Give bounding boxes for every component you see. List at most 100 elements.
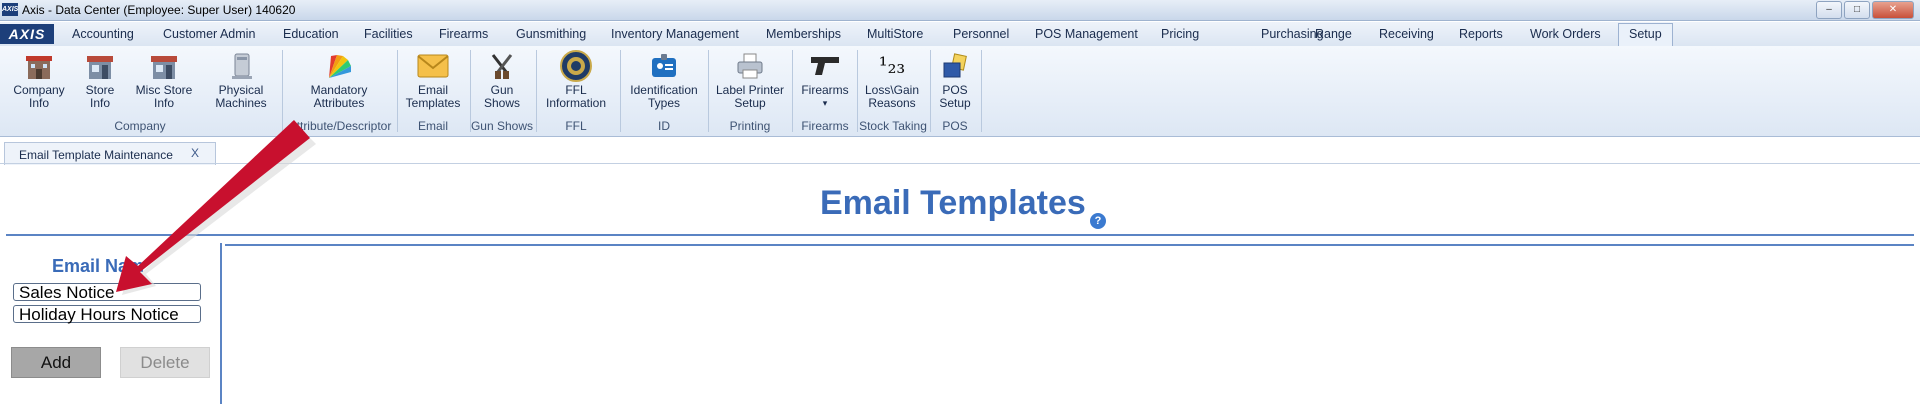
doc-tab-email-template-maintenance[interactable]: Email Template Maintenance X	[4, 142, 216, 165]
tab-work-orders[interactable]: Work Orders	[1530, 24, 1601, 44]
tab-facilities[interactable]: Facilities	[364, 24, 413, 44]
label-printer-setup-label-2: Setup	[734, 96, 766, 110]
tab-strip-divider	[0, 163, 1920, 164]
firearms-button[interactable]: Firearms ▾	[796, 50, 854, 110]
group-separator	[792, 50, 793, 132]
panel-splitter	[220, 243, 222, 404]
title-bar: AXIS Axis - Data Center (Employee: Super…	[0, 0, 1920, 21]
header-divider	[6, 234, 1914, 236]
tab-customer-admin[interactable]: Customer Admin	[163, 24, 255, 44]
tab-firearms[interactable]: Firearms	[439, 24, 488, 44]
list-item-holiday-hours-notice[interactable]: Holiday Hours Notice	[13, 305, 201, 324]
color-fan-icon	[323, 50, 355, 82]
group-separator	[620, 50, 621, 132]
pos-setup-button[interactable]: POS Setup	[934, 50, 976, 110]
help-icon[interactable]: ?	[1090, 213, 1106, 229]
group-printing-label: Printing	[729, 119, 771, 133]
group-separator	[981, 50, 982, 132]
group-gun-shows-label: Gun Shows	[470, 119, 534, 133]
window-title: Axis - Data Center (Employee: Super User…	[22, 3, 296, 17]
group-id-label: ID	[658, 119, 670, 133]
printer-icon	[734, 50, 766, 82]
axis-logo[interactable]: AXIS	[0, 24, 54, 44]
email-templates-button[interactable]: Email Templates	[403, 50, 463, 110]
group-email-label: Email	[417, 119, 448, 133]
gun-shows-button[interactable]: Gun Shows	[474, 50, 530, 110]
gun-shows-label-2: Shows	[483, 96, 521, 110]
store-info-label-2: Info	[89, 96, 110, 110]
loss-gain-reasons-label-2: Reasons	[868, 96, 916, 110]
group-separator	[282, 50, 283, 132]
group-attribute-descriptor-label: Attribute/Descriptor	[288, 119, 392, 133]
group-stock-taking-label: Stock Taking	[859, 119, 927, 133]
company-info-button[interactable]: Company Info	[10, 50, 68, 110]
delete-button[interactable]: Delete	[120, 347, 210, 378]
tab-pricing[interactable]: Pricing	[1161, 24, 1199, 44]
tab-personnel[interactable]: Personnel	[953, 24, 1009, 44]
pistol-icon	[809, 50, 841, 82]
group-ffl-label: FFL	[565, 119, 587, 133]
group-separator	[397, 50, 398, 132]
group-company-label: Company	[114, 119, 166, 133]
physical-machines-button[interactable]: Physical Machines	[212, 50, 270, 110]
tab-pos-management[interactable]: POS Management	[1035, 24, 1138, 44]
store-icon	[148, 50, 180, 82]
crossed-guns-icon	[486, 50, 518, 82]
email-templates-label-2: Templates	[405, 96, 461, 110]
group-firearms-label: Firearms	[801, 119, 849, 133]
tab-accounting[interactable]: Accounting	[72, 24, 134, 44]
tab-multistore[interactable]: MultiStore	[867, 24, 923, 44]
chevron-down-icon: ▾	[822, 98, 828, 108]
group-pos-label: POS	[942, 119, 968, 133]
window-controls: – □ ✕	[1816, 1, 1914, 19]
seal-icon	[560, 50, 592, 82]
pos-setup-label-2: Setup	[939, 96, 971, 110]
label-printer-setup-button[interactable]: Label Printer Setup	[714, 50, 786, 110]
group-separator	[930, 50, 931, 132]
group-separator	[536, 50, 537, 132]
page-title: Email Templates	[820, 184, 1086, 222]
envelope-icon	[417, 50, 449, 82]
identification-types-label-2: Types	[647, 96, 680, 110]
app-icon: AXIS	[2, 3, 18, 16]
add-button[interactable]: Add	[11, 347, 101, 378]
pos-icon	[939, 50, 971, 82]
tab-setup[interactable]: Setup	[1618, 23, 1673, 46]
close-window-button[interactable]: ✕	[1872, 1, 1914, 19]
close-icon[interactable]: X	[191, 146, 199, 160]
menu-bar: AXIS Accounting Customer Admin Education…	[0, 22, 1920, 46]
physical-machines-label-2: Machines	[215, 96, 267, 110]
mandatory-attributes-label-2: Attributes	[313, 96, 365, 110]
tab-receiving[interactable]: Receiving	[1379, 24, 1434, 44]
company-info-label-2: Info	[28, 96, 49, 110]
email-name-header: Email Nam	[52, 256, 145, 276]
computer-icon	[225, 50, 257, 82]
ribbon: Company Info Store Info Misc Store Info …	[0, 46, 1920, 137]
tab-reports[interactable]: Reports	[1459, 24, 1503, 44]
identification-types-button[interactable]: Identification Types	[626, 50, 702, 110]
tab-inventory-management[interactable]: Inventory Management	[611, 24, 739, 44]
minimize-button[interactable]: –	[1816, 1, 1842, 19]
misc-store-info-button[interactable]: Misc Store Info	[134, 50, 194, 110]
ffl-information-button[interactable]: FFL Information	[540, 50, 612, 110]
detail-panel-divider	[225, 244, 1914, 246]
tab-gunsmithing[interactable]: Gunsmithing	[516, 24, 586, 44]
maximize-button[interactable]: □	[1844, 1, 1870, 19]
doc-tab-label: Email Template Maintenance	[19, 148, 173, 162]
misc-store-info-label-2: Info	[153, 96, 174, 110]
group-separator	[708, 50, 709, 132]
tab-range[interactable]: Range	[1315, 24, 1352, 44]
ffl-information-label-2: Information	[545, 96, 607, 110]
tab-education[interactable]: Education	[283, 24, 339, 44]
mandatory-attributes-button[interactable]: Mandatory Attributes	[302, 50, 376, 110]
building-icon	[23, 50, 55, 82]
numbers-icon: ¹₂₃	[876, 50, 908, 82]
store-icon	[84, 50, 116, 82]
store-info-button[interactable]: Store Info	[78, 50, 122, 110]
list-item-sales-notice[interactable]: Sales Notice	[13, 283, 201, 302]
loss-gain-reasons-button[interactable]: ¹₂₃ Loss\Gain Reasons	[860, 50, 924, 110]
numbers-icon-text: ¹₂₃	[878, 53, 906, 79]
tab-memberships[interactable]: Memberships	[766, 24, 841, 44]
firearms-label-1: Firearms	[801, 83, 849, 97]
id-badge-icon	[648, 50, 680, 82]
